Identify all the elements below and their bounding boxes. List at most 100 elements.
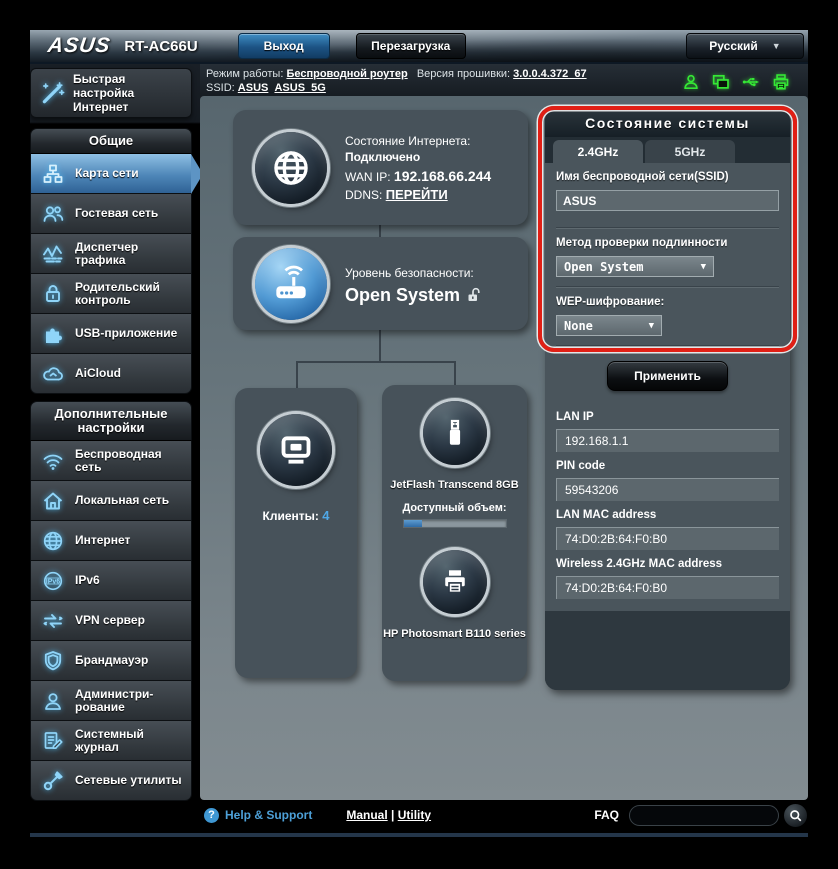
lan-ip-field: LAN IP 192.168.1.1 bbox=[556, 411, 779, 452]
wifi-icon bbox=[40, 449, 66, 473]
pin-code-field: PIN code 59543206 bbox=[556, 460, 779, 501]
sidebar-item-label: IPv6 bbox=[75, 574, 100, 587]
sidebar-item-wireless[interactable]: Беспроводная сеть bbox=[30, 441, 192, 481]
panel-title: Состояние системы bbox=[545, 110, 790, 137]
chevron-down-icon: ▼ bbox=[701, 262, 706, 272]
clients-count[interactable]: 4 bbox=[322, 508, 329, 523]
sidebar-item-usb-application[interactable]: USB-приложение bbox=[30, 314, 192, 354]
link-separator: | bbox=[388, 808, 398, 822]
mode-label: Режим работы: bbox=[206, 68, 283, 80]
usb-volume-fill bbox=[404, 520, 422, 527]
tab-24ghz[interactable]: 2.4GHz bbox=[553, 140, 643, 163]
sidebar-item-label: Быстрая настройка Интернет bbox=[73, 72, 185, 114]
clients-label: Клиенты: bbox=[263, 509, 319, 523]
help-support-link[interactable]: Help & Support bbox=[225, 808, 312, 822]
logout-button[interactable]: Выход bbox=[238, 33, 330, 59]
open-lock-icon bbox=[467, 287, 482, 303]
usb-volume-bar bbox=[403, 519, 507, 528]
network-map-content: Состояние Интернета: Подключено WAN IP: … bbox=[200, 96, 808, 800]
internet-status-card: Состояние Интернета: Подключено WAN IP: … bbox=[233, 110, 528, 225]
auth-method-select[interactable]: Open System ▼ bbox=[556, 256, 714, 277]
tab-5ghz[interactable]: 5GHz bbox=[645, 140, 735, 163]
firmware-link[interactable]: 3.0.0.4.372_67 bbox=[513, 68, 586, 80]
sidebar-item-vpn[interactable]: VPN сервер bbox=[30, 601, 192, 641]
usb-status-icon[interactable] bbox=[742, 73, 760, 91]
printer-status-icon[interactable] bbox=[772, 73, 790, 91]
top-header-bar: ASUS RT-AC66U Выход Перезагрузка Русский… bbox=[30, 30, 808, 64]
internet-status-value: Подключено bbox=[345, 149, 491, 165]
sidebar-item-quick-setup[interactable]: Быстрая настройка Интернет bbox=[30, 68, 192, 118]
ssid-label: SSID: bbox=[206, 82, 235, 94]
sidebar-item-label: USB-приложение bbox=[75, 327, 177, 340]
apply-button[interactable]: Применить bbox=[607, 361, 728, 391]
security-level-label: Уровень безопасности: bbox=[345, 265, 482, 281]
sidebar-item-lan[interactable]: Локальная сеть bbox=[30, 481, 192, 521]
utility-link[interactable]: Utility bbox=[398, 808, 431, 822]
svg-text:IPv6: IPv6 bbox=[46, 578, 61, 585]
sidebar-item-label: Гостевая сеть bbox=[75, 207, 158, 220]
lan-mac-field: LAN MAC address 74:D0:2B:64:F0:B0 bbox=[556, 509, 779, 550]
sidebar-item-label: Родительский контроль bbox=[75, 281, 187, 307]
divider bbox=[556, 286, 779, 288]
language-dropdown[interactable]: Русский ▼ bbox=[686, 33, 804, 59]
sidebar-group-general: Общие Карта сети Гостевая сеть Диспетчер… bbox=[30, 128, 192, 394]
connector-line bbox=[296, 361, 456, 363]
ssid-input[interactable] bbox=[556, 190, 779, 211]
security-level-value: Open System bbox=[345, 287, 460, 303]
sidebar-item-administration[interactable]: Администри-рование bbox=[30, 681, 192, 721]
network-map-icon bbox=[40, 162, 66, 186]
model-name: RT-AC66U bbox=[124, 38, 197, 55]
screens-status-icon[interactable] bbox=[712, 73, 730, 91]
field-value: 74:D0:2B:64:F0:B0 bbox=[556, 576, 779, 599]
sidebar-item-parental-control[interactable]: Родительский контроль bbox=[30, 274, 192, 314]
usb-drive-icon[interactable] bbox=[423, 401, 487, 465]
sidebar-item-wan[interactable]: Интернет bbox=[30, 521, 192, 561]
sidebar-item-guest-network[interactable]: Гостевая сеть bbox=[30, 194, 192, 234]
ssid-link-24[interactable]: ASUS bbox=[238, 82, 269, 94]
shield-icon bbox=[40, 649, 66, 673]
sidebar-item-network-tools[interactable]: Сетевые утилиты bbox=[30, 761, 192, 801]
ddns-label: DDNS: bbox=[345, 188, 382, 202]
wep-value: None bbox=[564, 319, 593, 333]
manual-link[interactable]: Manual bbox=[346, 808, 387, 822]
ssid-link-5[interactable]: ASUS_5G bbox=[274, 82, 325, 94]
home-icon bbox=[40, 489, 66, 513]
sidebar-item-label: VPN сервер bbox=[75, 614, 145, 627]
clients-monitor-icon[interactable] bbox=[260, 414, 332, 486]
mode-link[interactable]: Беспроводной роутер bbox=[286, 68, 407, 80]
puzzle-icon bbox=[40, 322, 66, 346]
asus-logo: ASUS bbox=[46, 34, 112, 58]
sidebar-item-system-log[interactable]: Системный журнал bbox=[30, 721, 192, 761]
sidebar-item-traffic-manager[interactable]: Диспетчер трафика bbox=[30, 234, 192, 274]
connector-line bbox=[296, 361, 298, 388]
faq-search-input[interactable] bbox=[629, 805, 779, 826]
ddns-link[interactable]: ПЕРЕЙТИ bbox=[386, 187, 448, 202]
router-icon[interactable] bbox=[255, 248, 327, 320]
sidebar-item-label: Системный журнал bbox=[75, 728, 187, 754]
traffic-chart-icon bbox=[40, 242, 66, 266]
help-icon: ? bbox=[204, 808, 219, 823]
search-button[interactable] bbox=[783, 803, 808, 828]
body-area: Режим работы: Беспроводной роутер Версия… bbox=[30, 64, 808, 800]
wep-label: WEP-шифрование: bbox=[556, 296, 779, 308]
wep-select[interactable]: None ▼ bbox=[556, 315, 662, 336]
sidebar-item-network-map[interactable]: Карта сети bbox=[30, 154, 192, 194]
connector-line bbox=[379, 330, 381, 361]
divider bbox=[556, 227, 779, 229]
sidebar-item-aicloud[interactable]: AiCloud bbox=[30, 354, 192, 394]
wrench-icon bbox=[40, 769, 66, 793]
wan-ip-value: 192.168.66.244 bbox=[394, 168, 491, 184]
internet-globe-icon[interactable] bbox=[255, 132, 327, 204]
field-value: 59543206 bbox=[556, 478, 779, 501]
field-label: PIN code bbox=[556, 460, 779, 472]
system-status-panel: Состояние системы 2.4GHz 5GHz Имя беспро… bbox=[545, 110, 790, 690]
printer-icon[interactable] bbox=[423, 550, 487, 614]
sidebar-item-firewall[interactable]: Брандмауэр bbox=[30, 641, 192, 681]
field-value: 74:D0:2B:64:F0:B0 bbox=[556, 527, 779, 550]
sidebar-item-label: AiCloud bbox=[75, 367, 121, 380]
reboot-button[interactable]: Перезагрузка bbox=[356, 33, 466, 59]
clients-status-icon[interactable] bbox=[682, 73, 700, 91]
sidebar-item-label: Брандмауэр bbox=[75, 654, 148, 667]
sidebar-item-ipv6[interactable]: IPv6 IPv6 bbox=[30, 561, 192, 601]
wan-ip-label: WAN IP: bbox=[345, 170, 391, 184]
